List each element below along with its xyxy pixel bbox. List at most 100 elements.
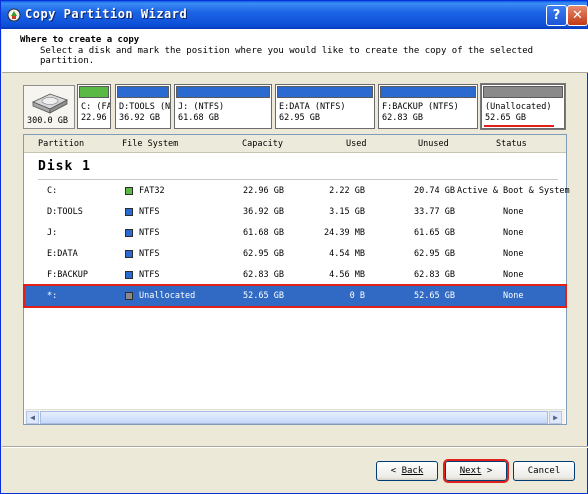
cell-status: None [503, 291, 524, 301]
partition-size: 36.92 GB [119, 113, 160, 123]
horizontal-scrollbar[interactable]: ◀ ▶ [25, 409, 565, 424]
fs-color-swatch [125, 271, 133, 279]
header-subtitle: Select a disk and mark the position wher… [40, 46, 534, 66]
partition-block-d-tools[interactable]: D:TOOLS (NT 36.92 GB [115, 84, 171, 129]
list-header: Partition File System Capacity Used Unus… [24, 135, 566, 153]
partition-block-e-data[interactable]: E:DATA (NTFS) 62.95 GB [275, 84, 375, 129]
partition-block-f-backup[interactable]: F:BACKUP (NTFS) 62.83 GB [378, 84, 478, 129]
partition-block-c[interactable]: C: (FA 22.96 [77, 84, 111, 129]
cell-status: None [503, 228, 524, 238]
wizard-header: Where to create a copy Select a disk and… [2, 29, 588, 73]
help-button[interactable]: ? [546, 5, 567, 26]
table-row-selected[interactable]: *: Unallocated 52.65 GB 0 B 52.65 GB Non… [23, 284, 567, 308]
disk-group-label: Disk 1 [38, 159, 91, 174]
back-button[interactable]: < Back [376, 461, 438, 481]
title-bar[interactable]: Copy Partition Wizard ? ✕ [1, 1, 588, 29]
cell-capacity: 62.83 GB [243, 270, 284, 280]
window-title: Copy Partition Wizard [25, 7, 188, 21]
fs-color-swatch [125, 187, 133, 195]
cell-status: None [503, 249, 524, 259]
table-row[interactable]: F:BACKUP NTFS 62.83 GB 4.56 MB 62.83 GB … [25, 265, 565, 285]
scroll-thumb[interactable] [40, 411, 548, 424]
partition-list: Partition File System Capacity Used Unus… [23, 134, 570, 425]
cell-capacity: 36.92 GB [243, 207, 284, 217]
partition-size: 62.95 GB [279, 113, 320, 123]
column-status[interactable]: Status [496, 139, 527, 149]
footer-divider [2, 446, 588, 448]
cell-file-system: NTFS [139, 207, 160, 217]
partition-block-j[interactable]: J: (NTFS) 61.68 GB [174, 84, 272, 129]
cell-used: 4.56 MB [329, 270, 365, 280]
partition-usage-bar [483, 86, 563, 98]
partition-usage-bar [380, 86, 476, 98]
fs-color-swatch [125, 208, 133, 216]
partition-label: (Unallocated) [485, 102, 552, 112]
table-row[interactable]: J: NTFS 61.68 GB 24.39 MB 61.65 GB None [25, 223, 565, 243]
column-used[interactable]: Used [346, 139, 366, 149]
cell-unused: 20.74 GB [414, 186, 455, 196]
fs-color-swatch [125, 229, 133, 237]
cell-partition: F:BACKUP [47, 270, 88, 280]
cell-used: 2.22 GB [329, 186, 365, 196]
partition-label: E:DATA (NTFS) [279, 102, 346, 112]
fs-color-swatch [125, 292, 133, 300]
divider [38, 179, 558, 180]
partition-size: 61.68 GB [178, 113, 219, 123]
cell-file-system: NTFS [139, 270, 160, 280]
partition-size: 22.96 [81, 113, 107, 123]
cell-file-system: Unallocated [139, 291, 196, 301]
selection-marker [484, 125, 554, 127]
cell-partition: D:TOOLS [47, 207, 83, 217]
disk-capacity: 300.0 GB [27, 116, 68, 126]
copy-partition-wizard-window: Copy Partition Wizard ? ✕ Where to creat… [0, 0, 588, 494]
table-row[interactable]: D:TOOLS NTFS 36.92 GB 3.15 GB 33.77 GB N… [25, 202, 565, 222]
close-button[interactable]: ✕ [567, 5, 588, 26]
partition-usage-bar [117, 86, 169, 98]
cell-unused: 52.65 GB [414, 291, 455, 301]
partition-label: D:TOOLS (NT [119, 102, 171, 112]
cell-file-system: NTFS [139, 228, 160, 238]
partition-label: J: (NTFS) [178, 102, 225, 112]
cell-partition: J: [47, 228, 58, 238]
hard-disk-icon [32, 93, 68, 114]
partition-label: C: (FA [81, 102, 111, 112]
next-button[interactable]: Next > [443, 459, 509, 483]
table-row[interactable]: E:DATA NTFS 62.95 GB 4.54 MB 62.95 GB No… [25, 244, 565, 264]
scroll-left-arrow-icon[interactable]: ◀ [26, 411, 39, 424]
cell-status: None [503, 270, 524, 280]
column-capacity[interactable]: Capacity [242, 139, 283, 149]
header-title: Where to create a copy [20, 35, 140, 45]
partition-usage-bar [277, 86, 373, 98]
column-file-system[interactable]: File System [122, 139, 178, 149]
cell-file-system: FAT32 [139, 186, 165, 196]
app-icon [7, 8, 21, 22]
column-unused[interactable]: Unused [418, 139, 449, 149]
cell-unused: 61.65 GB [414, 228, 455, 238]
partition-label: F:BACKUP (NTFS) [382, 102, 459, 112]
scroll-right-arrow-icon[interactable]: ▶ [549, 411, 562, 424]
partition-size: 62.83 GB [382, 113, 423, 123]
next-label: Next [459, 466, 482, 476]
disk-summary[interactable]: 300.0 GB [23, 85, 75, 129]
back-label: Back [401, 466, 424, 476]
disk-map: 300.0 GB C: (FA 22.96 D:TOOLS (NT 36.92 … [23, 83, 567, 130]
partition-block-unallocated[interactable]: (Unallocated) 52.65 GB [480, 83, 566, 130]
table-row[interactable]: C: FAT32 22.96 GB 2.22 GB 20.74 GB Activ… [25, 181, 570, 201]
cell-status: Active & Boot & System [457, 186, 570, 196]
cell-capacity: 61.68 GB [243, 228, 284, 238]
cell-partition: C: [47, 186, 58, 196]
cell-used: 4.54 MB [329, 249, 365, 259]
column-partition[interactable]: Partition [38, 139, 84, 149]
cell-partition: *: [47, 291, 58, 301]
cell-used: 3.15 GB [329, 207, 365, 217]
cell-capacity: 52.65 GB [243, 291, 284, 301]
partition-usage-bar [176, 86, 270, 98]
fs-color-swatch [125, 250, 133, 258]
cell-used: 0 B [349, 291, 365, 301]
cell-capacity: 62.95 GB [243, 249, 284, 259]
cell-unused: 33.77 GB [414, 207, 455, 217]
cell-used: 24.39 MB [324, 228, 365, 238]
cancel-button[interactable]: Cancel [513, 461, 575, 481]
cell-status: None [503, 207, 524, 217]
cell-file-system: NTFS [139, 249, 160, 259]
